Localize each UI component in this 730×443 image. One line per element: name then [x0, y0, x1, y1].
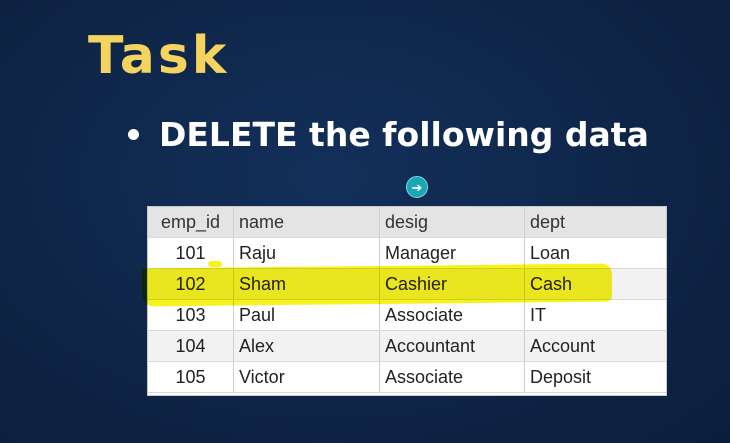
cell-emp-id: 104	[148, 330, 234, 362]
bullet-item: DELETE the following data	[128, 118, 649, 151]
highlighter-mark-tick	[208, 261, 222, 267]
cell-name: Paul	[233, 299, 380, 331]
cell-name: Victor	[233, 361, 380, 393]
table-row-highlighted: 102 Sham Cashier Cash	[148, 268, 666, 300]
cell-desig: Cashier	[379, 268, 525, 300]
column-header-dept: dept	[524, 207, 666, 238]
bullet-text: DELETE the following data	[159, 115, 649, 154]
column-header-desig: desig	[379, 207, 525, 238]
cell-emp-id: 102	[148, 268, 234, 300]
cell-name: Alex	[233, 330, 380, 362]
table-row: 104 Alex Accountant Account	[148, 330, 666, 362]
cell-desig: Accountant	[379, 330, 525, 362]
cell-name: Raju	[233, 237, 380, 269]
cell-emp-id: 105	[148, 361, 234, 393]
arrow-right-circle-icon[interactable]: ➔	[406, 176, 428, 198]
cell-dept: Loan	[524, 237, 666, 269]
cell-dept: Deposit	[524, 361, 666, 393]
cell-desig: Associate	[379, 299, 525, 331]
table-row: 101 Raju Manager Loan	[148, 237, 666, 269]
cell-dept: Account	[524, 330, 666, 362]
cell-desig: Manager	[379, 237, 525, 269]
cell-name: Sham	[233, 268, 380, 300]
column-header-emp-id: emp_id	[148, 207, 234, 238]
cell-emp-id: 103	[148, 299, 234, 331]
column-header-name: name	[233, 207, 380, 238]
cell-desig: Associate	[379, 361, 525, 393]
table-row: 105 Victor Associate Deposit	[148, 361, 666, 393]
bullet-dot	[128, 129, 139, 140]
cell-dept: IT	[524, 299, 666, 331]
table-header-row: emp_id name desig dept	[148, 207, 666, 238]
cell-dept: Cash	[524, 268, 666, 300]
employee-table: emp_id name desig dept 101 Raju Manager …	[147, 206, 667, 396]
slide-title: Task	[88, 26, 230, 86]
table-row: 103 Paul Associate IT	[148, 299, 666, 331]
